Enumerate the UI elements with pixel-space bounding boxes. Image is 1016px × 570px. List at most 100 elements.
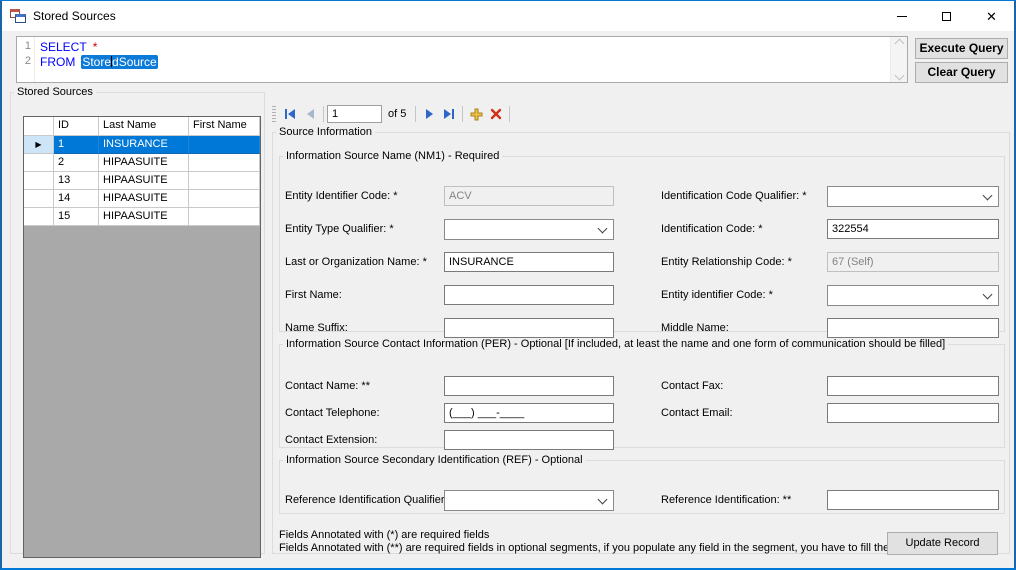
entity-identifier-code-2-label: Entity identifier Code: * xyxy=(661,289,773,301)
required-fields-notes: Fields Annotated with (*) are required f… xyxy=(279,529,920,555)
record-count-label: of 5 xyxy=(388,108,407,120)
reference-identification-field[interactable] xyxy=(827,490,999,510)
cell-last-name[interactable]: HIPAASUITE xyxy=(99,208,189,226)
delete-record-button[interactable] xyxy=(486,104,506,124)
table-header-row: ID Last Name First Name xyxy=(24,117,260,136)
entity-type-qualifier-select[interactable] xyxy=(444,219,614,240)
add-plus-icon xyxy=(470,108,483,120)
cell-id[interactable]: 15 xyxy=(54,208,99,226)
cell-last-name[interactable]: HIPAASUITE xyxy=(99,172,189,190)
middle-name-field[interactable] xyxy=(827,318,999,338)
table-row[interactable]: 2 HIPAASUITE xyxy=(24,154,260,172)
column-header-last-name[interactable]: Last Name xyxy=(99,117,189,136)
last-or-organization-name-field[interactable] xyxy=(444,252,614,272)
toolbar-grip[interactable] xyxy=(272,106,276,122)
delete-x-icon xyxy=(491,108,502,120)
toolbar-separator xyxy=(509,106,511,122)
contact-extension-field[interactable] xyxy=(444,430,614,450)
close-icon: ✕ xyxy=(986,8,997,24)
minimize-icon xyxy=(896,15,907,17)
row-header-cell[interactable] xyxy=(24,208,54,226)
current-row-arrow-icon: ▶ xyxy=(35,140,42,149)
execute-query-button[interactable]: Execute Query xyxy=(915,38,1008,59)
cell-id[interactable]: 1 xyxy=(54,136,99,154)
stored-sources-window: Stored Sources ✕ 1 2 SELECT * FROM StoredS… xyxy=(0,0,1016,570)
contact-name-field[interactable] xyxy=(444,376,614,396)
cell-last-name[interactable]: HIPAASUITE xyxy=(99,190,189,208)
stored-sources-group-label: Stored Sources xyxy=(17,86,93,98)
cell-first-name[interactable] xyxy=(189,136,260,154)
row-header-corner[interactable] xyxy=(24,117,54,136)
cell-first-name[interactable] xyxy=(189,190,260,208)
move-previous-button[interactable] xyxy=(300,104,320,124)
reference-identification-label: Reference Identification: ** xyxy=(661,494,792,506)
reference-identification-qualifier-select[interactable] xyxy=(444,490,614,511)
stored-sources-table[interactable]: ID Last Name First Name ▶ 1 INSURANCE 2 … xyxy=(23,116,261,558)
entity-type-qualifier-label: Entity Type Qualifier: * xyxy=(285,223,394,235)
name-suffix-field[interactable] xyxy=(444,318,614,338)
move-last-button[interactable] xyxy=(439,104,459,124)
cell-last-name[interactable]: HIPAASUITE xyxy=(99,154,189,172)
cell-last-name[interactable]: INSURANCE xyxy=(99,136,189,154)
cell-first-name[interactable] xyxy=(189,208,260,226)
identification-code-qualifier-select[interactable] xyxy=(827,186,999,207)
contact-email-label: Contact Email: xyxy=(661,407,733,419)
update-record-button[interactable]: Update Record xyxy=(887,532,998,555)
title-bar: Stored Sources ✕ xyxy=(2,1,1014,31)
toolbar-separator xyxy=(462,106,464,122)
move-next-icon xyxy=(425,109,433,119)
row-header-cell[interactable] xyxy=(24,172,54,190)
column-header-first-name[interactable]: First Name xyxy=(189,117,260,136)
window-controls: ✕ xyxy=(879,1,1014,31)
add-new-record-button[interactable] xyxy=(466,104,486,124)
close-button[interactable]: ✕ xyxy=(969,1,1014,31)
scroll-up-icon[interactable] xyxy=(894,38,904,49)
chevron-down-icon xyxy=(982,289,993,300)
clear-query-button[interactable]: Clear Query xyxy=(915,62,1008,83)
chevron-down-icon xyxy=(597,494,608,505)
contact-telephone-field[interactable] xyxy=(444,403,614,423)
identification-code-field[interactable] xyxy=(827,219,999,239)
cell-first-name[interactable] xyxy=(189,154,260,172)
scroll-down-icon[interactable] xyxy=(894,70,904,81)
name-suffix-label: Name Suffix: xyxy=(285,322,348,334)
table-row[interactable]: 15 HIPAASUITE xyxy=(24,208,260,226)
first-name-label: First Name: xyxy=(285,289,342,301)
table-row[interactable]: 14 HIPAASUITE xyxy=(24,190,260,208)
line-number: 1 xyxy=(24,40,31,52)
record-position-input[interactable] xyxy=(327,105,382,123)
cell-id[interactable]: 14 xyxy=(54,190,99,208)
last-or-organization-name-label: Last or Organization Name: * xyxy=(285,256,427,268)
column-header-id[interactable]: ID xyxy=(54,117,99,136)
line-number: 2 xyxy=(24,55,31,67)
contact-fax-field[interactable] xyxy=(827,376,999,396)
cell-id[interactable]: 2 xyxy=(54,154,99,172)
toolbar-separator xyxy=(323,106,324,122)
stored-sources-group: Stored Sources ID Last Name First Name ▶… xyxy=(10,86,265,558)
sql-query-editor[interactable]: 1 2 SELECT * FROM StoredSource xyxy=(16,36,908,83)
move-first-button[interactable] xyxy=(280,104,300,124)
selected-text-after-caret: dSource xyxy=(112,55,157,69)
row-header-cell[interactable] xyxy=(24,154,54,172)
contact-email-field[interactable] xyxy=(827,403,999,423)
query-scrollbar[interactable] xyxy=(890,37,907,82)
move-previous-icon xyxy=(306,109,314,119)
table-row[interactable]: 13 HIPAASUITE xyxy=(24,172,260,190)
entity-identifier-code-2-select[interactable] xyxy=(827,285,999,306)
toolbar-separator xyxy=(415,106,417,122)
sql-code[interactable]: SELECT * FROM StoredSource xyxy=(35,37,890,82)
maximize-button[interactable] xyxy=(924,1,969,31)
cell-first-name[interactable] xyxy=(189,172,260,190)
move-next-button[interactable] xyxy=(419,104,439,124)
minimize-button[interactable] xyxy=(879,1,924,31)
contact-name-label: Contact Name: ** xyxy=(285,380,370,392)
cell-id[interactable]: 13 xyxy=(54,172,99,190)
table-row[interactable]: ▶ 1 INSURANCE xyxy=(24,136,260,154)
row-header-cell[interactable] xyxy=(24,190,54,208)
row-header-cell[interactable]: ▶ xyxy=(24,136,54,154)
first-name-field[interactable] xyxy=(444,285,614,305)
chevron-down-icon xyxy=(597,223,608,234)
nm1-group: Information Source Name (NM1) - Required… xyxy=(279,150,1005,338)
contact-telephone-label: Contact Telephone: xyxy=(285,407,380,419)
chevron-down-icon xyxy=(982,190,993,201)
